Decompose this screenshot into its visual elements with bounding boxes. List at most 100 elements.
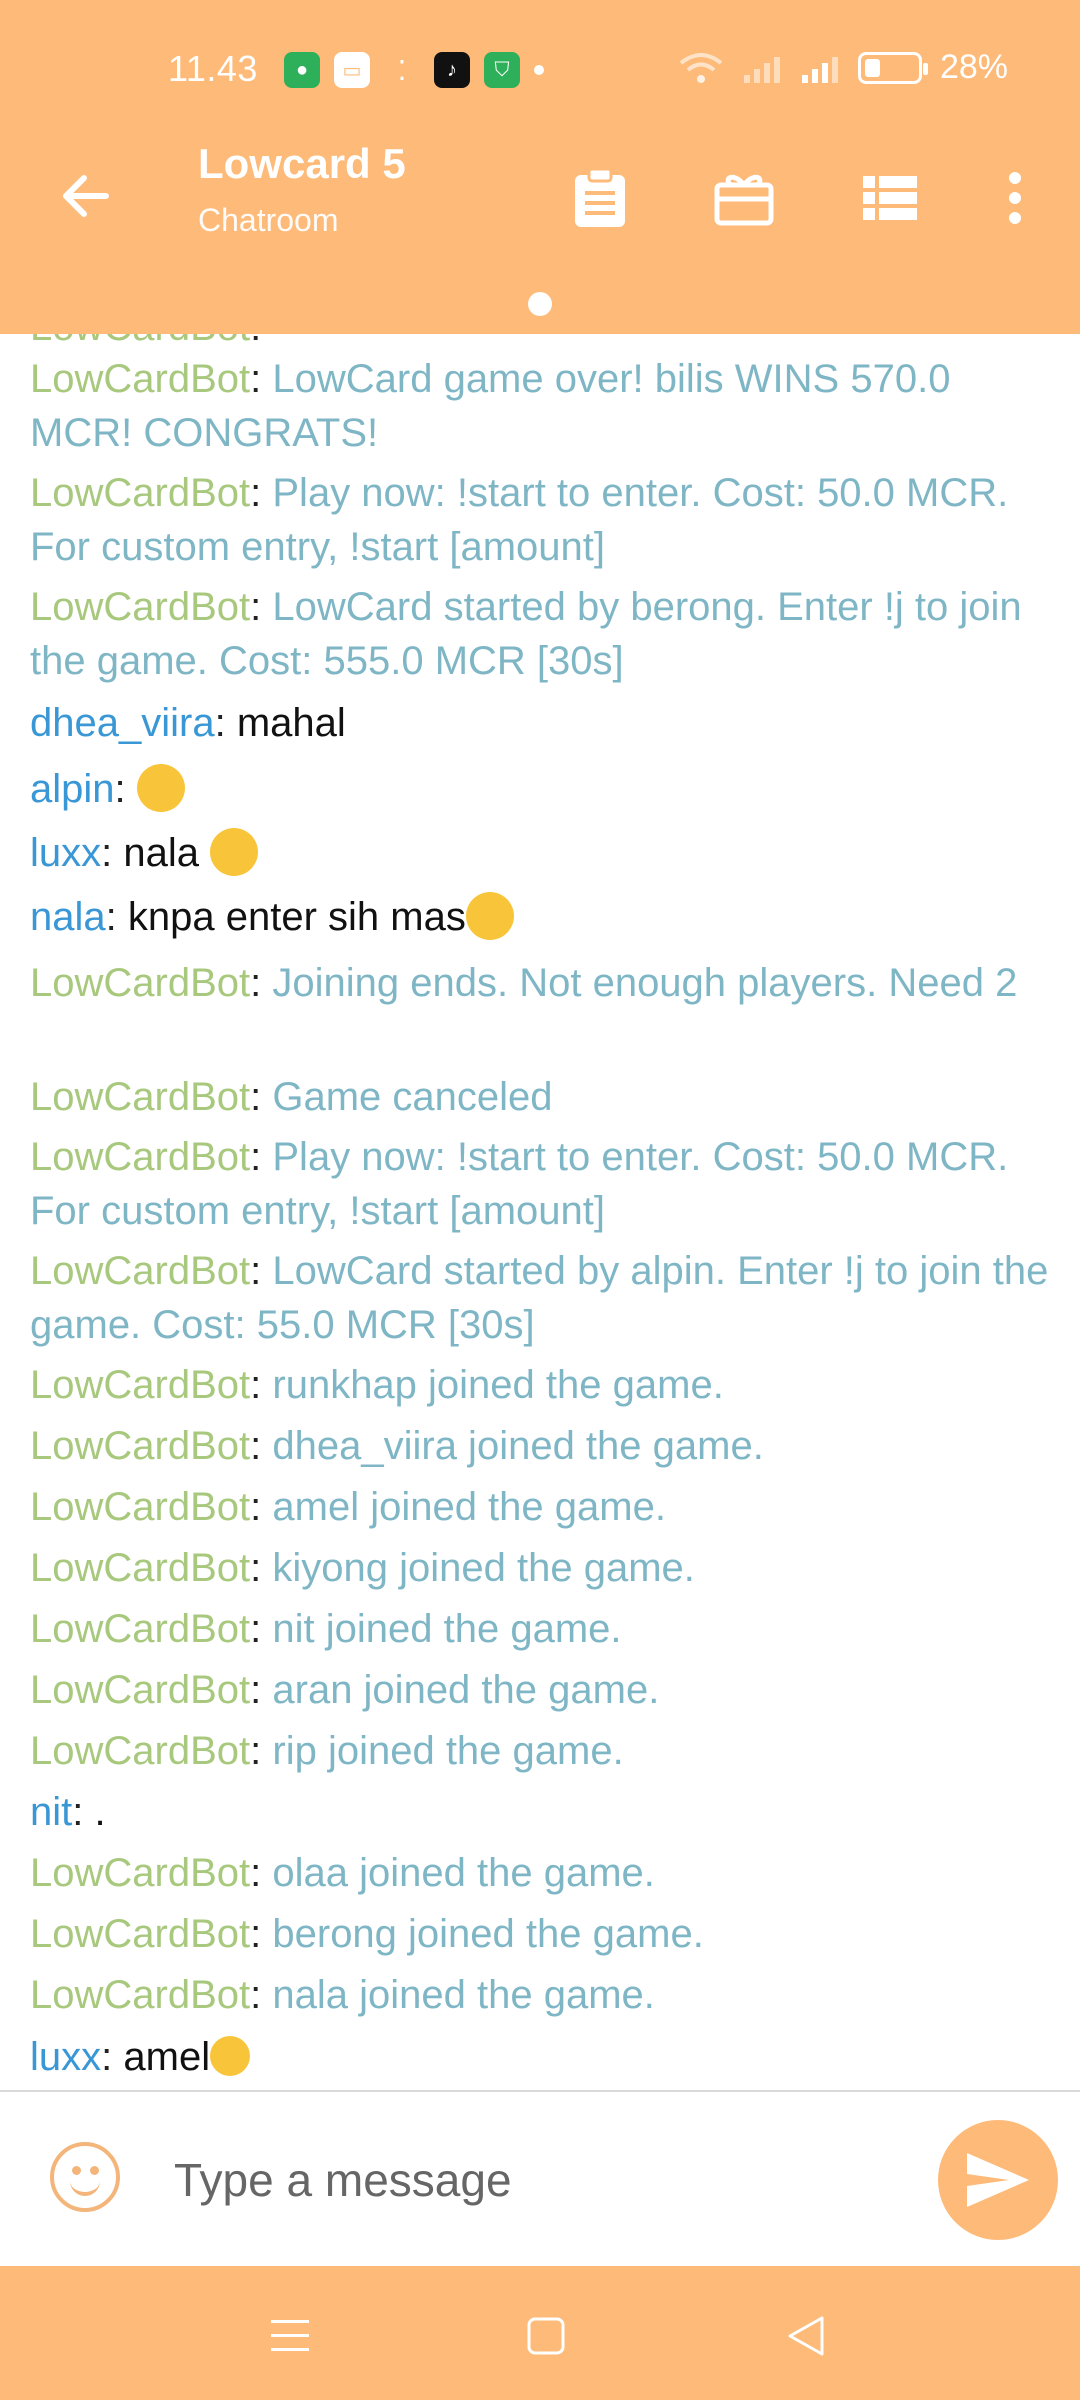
- chat-message: LowCardBot: Play now: !start to enter. C…: [30, 1135, 1009, 1233]
- status-notification-icons: ● ▭ ⁚ ♪ ⛉: [284, 52, 544, 88]
- signal-icon: [801, 56, 838, 83]
- message-text: nala: [123, 831, 200, 875]
- message-username: LowCardBot: [30, 1485, 251, 1529]
- message-username: LowCardBot: [30, 961, 251, 1005]
- arrow-left-icon: [63, 175, 109, 217]
- hug-emoji-icon: [210, 2036, 251, 2076]
- chat-message: luxx: amel: [30, 2030, 1060, 2084]
- page-indicator-dot: [528, 292, 552, 316]
- message-username: LowCardBot: [30, 357, 251, 401]
- chat-message: LowCardBot: dhea_viira joined the game.: [30, 1424, 764, 1468]
- send-button[interactable]: [938, 2120, 1058, 2240]
- chat-message: LowCardBot: Game canceled: [30, 1075, 553, 1119]
- message-text: mahal: [236, 701, 346, 745]
- message-username: luxx: [30, 831, 102, 875]
- list-icon: [863, 176, 917, 220]
- message-username: LowCardBot: [30, 1249, 251, 1293]
- message-username: LowCardBot: [30, 585, 251, 629]
- app-bar: Lowcard 5 Chatroom: [0, 120, 1080, 334]
- recent-apps-button[interactable]: [250, 2296, 330, 2376]
- chat-message: LowCardBot: nala joined the game.: [30, 1973, 655, 2017]
- chat-message: LowCardBot: rip joined the game.: [30, 1729, 624, 1773]
- chat-message: LowCardBot: amel joined the game.: [30, 1485, 666, 1529]
- back-triangle-icon: [788, 2316, 824, 2356]
- message-text: aran joined the game.: [272, 1668, 660, 1712]
- chat-message: LowCardBot: Play now: !start to enter. C…: [30, 471, 1009, 569]
- chat-message: LowCardBot: LowCard game over! bilis WIN…: [30, 357, 951, 455]
- message-text: Joining ends. Not enough players. Need 2: [272, 961, 1018, 1005]
- battery-percent: 28%: [939, 48, 1008, 86]
- home-button[interactable]: [506, 2296, 586, 2376]
- message-composer: [0, 2090, 1080, 2266]
- message-username: alpin: [30, 767, 115, 811]
- participants-list-button[interactable]: [850, 162, 930, 234]
- message-text: runkhap joined the game.: [272, 1363, 724, 1407]
- crying-emoji-icon: [210, 828, 259, 876]
- message-username: LowCardBot: [30, 1729, 251, 1773]
- chat-message: alpin:: [30, 762, 1060, 816]
- clipboard-button[interactable]: [560, 162, 640, 234]
- message-username: LowCardBot: [30, 1075, 251, 1119]
- shield-notification-icon: ⛉: [484, 52, 520, 88]
- message-username: LowCardBot: [30, 1607, 251, 1651]
- message-text: olaa joined the game.: [272, 1851, 655, 1895]
- message-username: LowCardBot: [30, 1912, 251, 1956]
- home-square-icon: [527, 2317, 565, 2355]
- chat-message: dhea_viira: mahal: [30, 701, 346, 745]
- send-icon: [967, 2153, 1029, 2207]
- more-notifications-dot-icon: [534, 65, 544, 75]
- emoji-button[interactable]: [50, 2142, 120, 2212]
- message-username: LowCardBot: [30, 471, 251, 515]
- message-text: rip joined the game.: [272, 1729, 624, 1773]
- chat-message: LowCardBot: Joining ends. Not enough pla…: [30, 961, 1018, 1005]
- chat-message-partial: LowCardBot:: [30, 334, 1060, 354]
- chat-title-block: Lowcard 5 Chatroom: [198, 140, 406, 239]
- chat-message: luxx: nala: [30, 826, 1060, 880]
- message-text: amel: [123, 2035, 211, 2079]
- dots-notification-icon: ⁚: [397, 54, 407, 86]
- chat-message: LowCardBot: olaa joined the game.: [30, 1851, 655, 1895]
- message-username: LowCardBot: [30, 1973, 251, 2017]
- app-notification-icon: ●: [284, 52, 320, 88]
- battery-icon: [857, 51, 928, 84]
- message-username: LowCardBot: [30, 1546, 251, 1590]
- more-vertical-icon: [1009, 172, 1021, 224]
- system-navigation-bar: [0, 2266, 1080, 2400]
- chat-message: LowCardBot: runkhap joined the game.: [30, 1363, 724, 1407]
- message-username: dhea_viira: [30, 701, 215, 745]
- wifi-icon: [679, 52, 723, 83]
- page-subtitle: Chatroom: [198, 202, 339, 238]
- message-text: dhea_viira joined the game.: [272, 1424, 764, 1468]
- gift-button[interactable]: [704, 162, 784, 234]
- message-text: knpa enter sih mas: [127, 895, 466, 939]
- tiktok-notification-icon: ♪: [434, 52, 470, 88]
- status-right: 28%: [678, 48, 1008, 87]
- kiss-emoji-icon: [136, 764, 185, 812]
- more-options-button[interactable]: [990, 162, 1040, 234]
- message-username: LowCardBot: [30, 1135, 251, 1179]
- chat-message: LowCardBot: LowCard started by berong. E…: [30, 585, 1022, 683]
- status-time: 11.43: [168, 48, 258, 89]
- chat-message: nit: .: [30, 1790, 106, 1834]
- page-title: Lowcard 5: [198, 140, 406, 187]
- gift-icon: [714, 174, 774, 226]
- chat-message: LowCardBot: LowCard started by alpin. En…: [30, 1249, 1049, 1347]
- message-text: kiyong joined the game.: [272, 1546, 695, 1590]
- chat-message: LowCardBot: berong joined the game.: [30, 1912, 704, 1956]
- system-back-button[interactable]: [766, 2296, 846, 2376]
- message-username: LowCardBot: [30, 1363, 251, 1407]
- clipboard-icon: [575, 167, 625, 227]
- status-bar: 11.43 ● ▭ ⁚ ♪ ⛉ 28%: [0, 0, 1080, 120]
- message-text: nala joined the game.: [272, 1973, 655, 2017]
- chat-message: LowCardBot: aran joined the game.: [30, 1668, 660, 1712]
- chat-message: nala: knpa enter sih mas: [30, 890, 1060, 944]
- message-username: LowCardBot: [30, 1424, 251, 1468]
- back-button[interactable]: [50, 160, 122, 232]
- chat-messages[interactable]: LowCardBot: LowCardBot: LowCard game ove…: [0, 334, 1080, 2090]
- chat-message: LowCardBot: nit joined the game.: [30, 1607, 622, 1651]
- message-username: LowCardBot: [30, 1668, 251, 1712]
- message-input[interactable]: [174, 2140, 874, 2220]
- message-text: amel joined the game.: [272, 1485, 666, 1529]
- message-username: nit: [30, 1790, 73, 1834]
- message-text: Game canceled: [272, 1075, 553, 1119]
